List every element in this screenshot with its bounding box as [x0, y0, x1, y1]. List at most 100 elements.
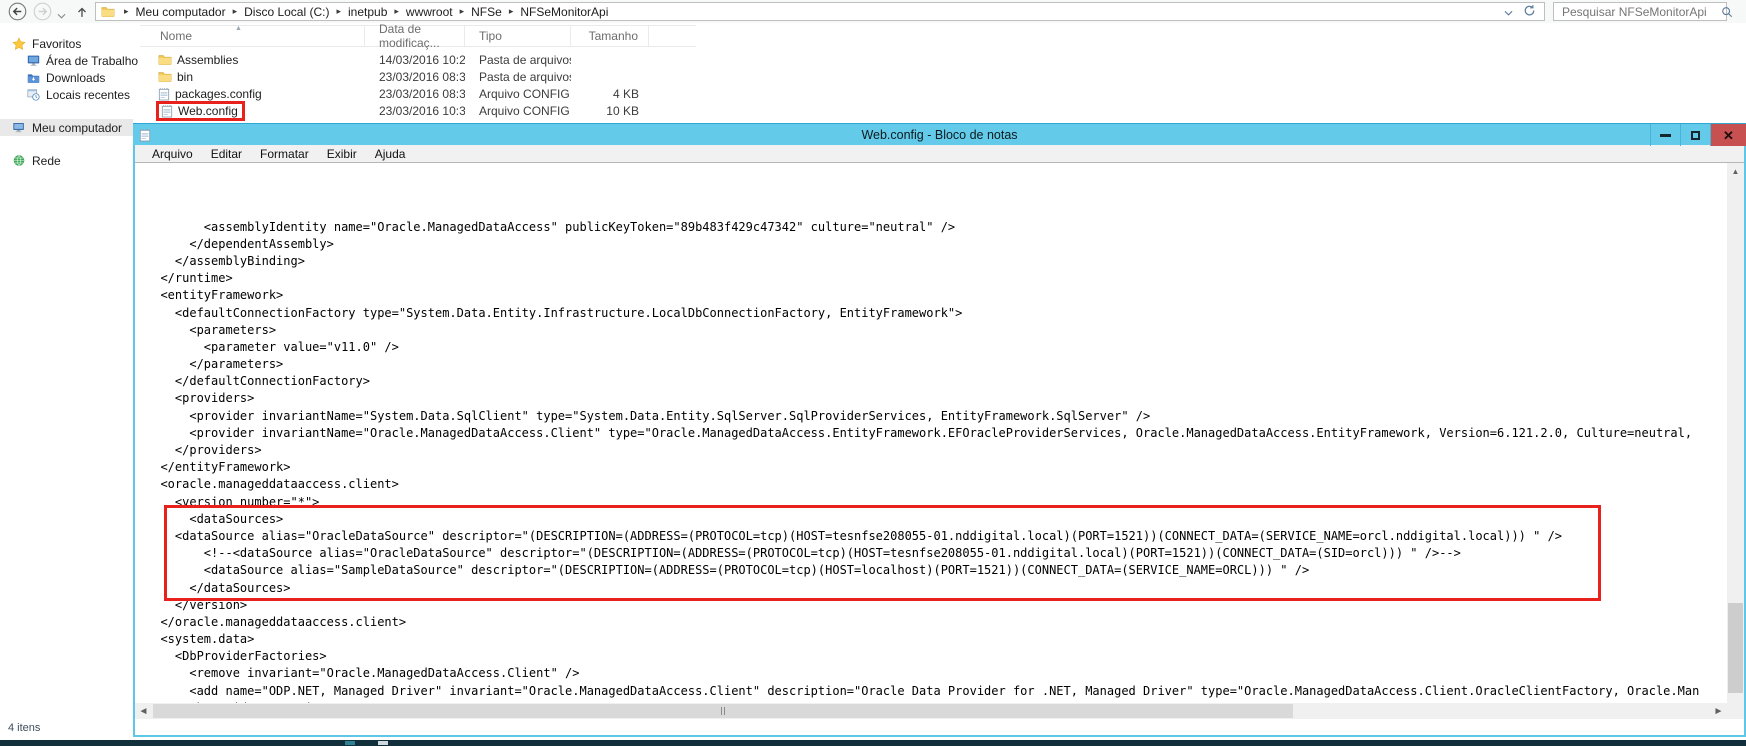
- breadcrumb-item-nfsemonitorapi[interactable]: NFSeMonitorApi: [516, 5, 612, 19]
- minimize-button[interactable]: [1650, 124, 1680, 146]
- file-type: Pasta de arquivos: [465, 70, 571, 84]
- file-row-packages-config[interactable]: packages.config23/03/2016 08:37Arquivo C…: [140, 85, 696, 102]
- address-dropdown-button[interactable]: [1504, 5, 1513, 19]
- breadcrumb-item-wwwroot[interactable]: wwwroot: [402, 5, 457, 19]
- code-line: <!--<dataSource alias="OracleDataSource"…: [146, 545, 1725, 562]
- refresh-button[interactable]: [1523, 4, 1536, 20]
- address-bar[interactable]: ▸ Meu computador▸Disco Local (C:)▸inetpu…: [95, 2, 1545, 21]
- code-line: <version number="*">: [146, 494, 1725, 511]
- file-name-wrap: packages.config: [156, 86, 266, 102]
- breadcrumb-item-disco-local-c[interactable]: Disco Local (C:): [240, 5, 333, 19]
- vertical-scroll-thumb[interactable]: [1728, 603, 1743, 693]
- sidebar-item-downloads[interactable]: Downloads: [0, 69, 133, 86]
- recent-locations-button[interactable]: [57, 8, 67, 16]
- breadcrumb-separator-icon: ▸: [230, 6, 241, 17]
- file-size: 10 KB: [571, 104, 649, 118]
- file-modified: 14/03/2016 10:21: [365, 53, 465, 67]
- sidebar-item-label: Meu computador: [32, 121, 122, 135]
- explorer-toolbar: ▸ Meu computador▸Disco Local (C:)▸inetpu…: [0, 0, 1746, 23]
- horizontal-scroll-thumb[interactable]: [153, 704, 1293, 718]
- downloads-icon: [27, 72, 40, 84]
- code-line: <oracle.manageddataaccess.client>: [146, 476, 1725, 493]
- code-line: <assemblyIdentity name="Oracle.ManagedDa…: [146, 219, 1725, 236]
- file-name-cell: Assemblies: [140, 52, 365, 68]
- column-header-tamanho[interactable]: Tamanho: [571, 26, 649, 46]
- file-name-wrap: bin: [156, 69, 197, 85]
- code-line: <remove invariant="Oracle.ManagedDataAcc…: [146, 665, 1725, 682]
- file-type: Arquivo CONFIG: [465, 104, 571, 118]
- breadcrumb-item-inetpub[interactable]: inetpub: [344, 5, 391, 19]
- code-line: <parameter value="v11.0" />: [146, 339, 1725, 356]
- sidebar-item-meu-computador[interactable]: Meu computador: [0, 119, 133, 136]
- column-header-data-de-modificac[interactable]: Data de modificaç...: [365, 26, 465, 46]
- breadcrumb-item-meu-computador[interactable]: Meu computador: [132, 5, 230, 19]
- horizontal-scrollbar[interactable]: ◄ ►: [135, 703, 1727, 719]
- vertical-scrollbar[interactable]: ▲ ▼: [1727, 163, 1744, 716]
- desktop-icon: [27, 54, 40, 67]
- code-line: </runtime>: [146, 270, 1725, 287]
- file-type: Arquivo CONFIG: [465, 87, 571, 101]
- config-file-icon: [158, 87, 170, 101]
- taskbar-item[interactable]: [378, 741, 388, 745]
- maximize-button[interactable]: [1680, 124, 1710, 146]
- code-line: <dataSource alias="SampleDataSource" des…: [146, 562, 1725, 579]
- breadcrumb-separator-icon: ▸: [333, 6, 344, 17]
- back-button[interactable]: [8, 2, 27, 21]
- menu-ajuda[interactable]: Ajuda: [366, 147, 415, 161]
- search-icon[interactable]: [1721, 6, 1739, 18]
- search-input[interactable]: [1554, 5, 1721, 19]
- scroll-right-icon[interactable]: ►: [1710, 703, 1727, 719]
- notepad-text[interactable]: <assemblyIdentity name="Oracle.ManagedDa…: [135, 163, 1725, 718]
- file-modified: 23/03/2016 08:37: [365, 70, 465, 84]
- chevron-down-icon: [57, 13, 66, 19]
- code-line: <provider invariantName="System.Data.Sql…: [146, 408, 1725, 425]
- notepad-titlebar[interactable]: Web.config - Bloco de notas ✕: [133, 123, 1746, 145]
- code-line: <parameters>: [146, 322, 1725, 339]
- menu-exibir[interactable]: Exibir: [318, 147, 366, 161]
- star-icon: [12, 37, 26, 51]
- menu-formatar[interactable]: Formatar: [251, 147, 318, 161]
- sidebar-item-area-de-trabalho[interactable]: Área de Trabalho: [0, 52, 133, 69]
- code-line: </defaultConnectionFactory>: [146, 373, 1725, 390]
- sidebar-item-rede[interactable]: Rede: [0, 152, 133, 169]
- maximize-icon: [1691, 131, 1700, 140]
- column-header-label: Data de modificaç...: [379, 22, 464, 50]
- taskbar-item[interactable]: [345, 741, 355, 745]
- close-button[interactable]: ✕: [1710, 124, 1746, 146]
- scroll-left-icon[interactable]: ◄: [135, 703, 152, 719]
- chevron-down-icon: [1504, 10, 1513, 16]
- forward-button[interactable]: [33, 2, 52, 21]
- up-arrow-icon: [75, 5, 89, 19]
- sidebar-item-label: Área de Trabalho: [46, 54, 138, 68]
- column-header-tipo[interactable]: Tipo: [465, 26, 571, 46]
- column-header-nome[interactable]: ▲Nome: [140, 26, 365, 46]
- close-icon: ✕: [1723, 129, 1734, 142]
- folder-icon: [101, 5, 115, 18]
- code-line: <entityFramework>: [146, 287, 1725, 304]
- file-row-assemblies[interactable]: Assemblies14/03/2016 10:21Pasta de arqui…: [140, 51, 696, 68]
- notepad-window: Web.config - Bloco de notas ✕ ArquivoEdi…: [133, 123, 1746, 737]
- code-line: </dataSources>: [146, 580, 1725, 597]
- notepad-menubar: ArquivoEditarFormatarExibirAjuda: [135, 145, 1744, 163]
- sort-ascending-icon: ▲: [235, 25, 242, 32]
- menu-arquivo[interactable]: Arquivo: [143, 147, 202, 161]
- code-line: <dataSource alias="OracleDataSource" des…: [146, 528, 1725, 545]
- window-title: Web.config - Bloco de notas: [133, 128, 1746, 142]
- file-row-web-config[interactable]: Web.config23/03/2016 10:36Arquivo CONFIG…: [140, 102, 696, 119]
- up-button[interactable]: [72, 2, 91, 21]
- file-name: Assemblies: [177, 53, 238, 67]
- code-line: </parameters>: [146, 356, 1725, 373]
- breadcrumb-item-nfse[interactable]: NFSe: [467, 5, 506, 19]
- config-file-icon: [161, 104, 173, 118]
- code-line: <add name="ODP.NET, Managed Driver" inva…: [146, 683, 1725, 700]
- menu-editar[interactable]: Editar: [202, 147, 251, 161]
- sidebar-item-locais-recentes[interactable]: Locais recentes: [0, 86, 133, 103]
- scroll-up-icon[interactable]: ▲: [1727, 163, 1744, 180]
- back-icon: [8, 2, 27, 21]
- taskbar[interactable]: [0, 740, 1746, 746]
- file-name: Web.config: [178, 104, 238, 118]
- file-row-bin[interactable]: bin 23/03/2016 08:37Pasta de arquivos: [140, 68, 696, 85]
- folder-icon: [158, 53, 172, 66]
- sidebar-item-favoritos[interactable]: Favoritos: [0, 35, 133, 52]
- column-header-label: Tipo: [479, 29, 502, 43]
